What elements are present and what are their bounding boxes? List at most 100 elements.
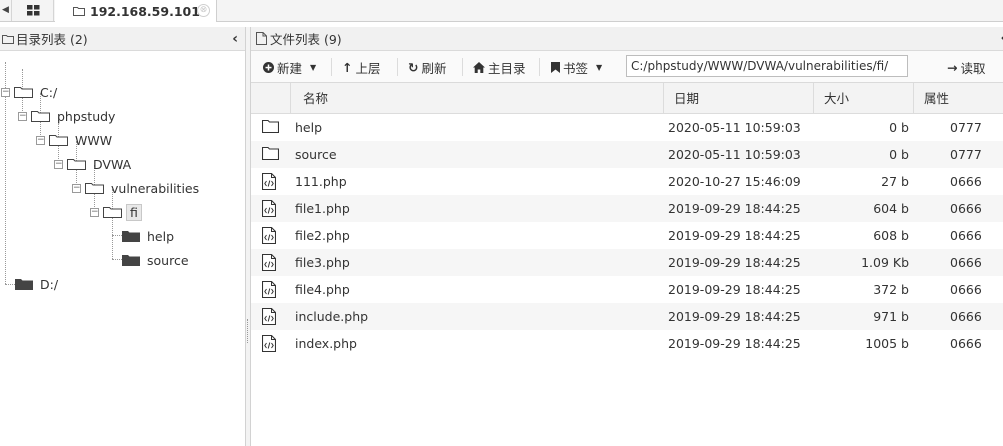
file-size: 372 b (873, 282, 909, 297)
tree-node-fi[interactable]: − fi (90, 202, 142, 222)
tree-node-label: D:/ (40, 276, 59, 292)
up-button-label: 上层 (355, 60, 381, 76)
file-date: 2019-09-29 18:44:25 (668, 228, 801, 243)
file-name: source (295, 147, 337, 162)
table-row[interactable]: help 2020-05-11 10:59:03 0 b 0777 (251, 114, 1003, 141)
collapse-toggle-icon[interactable]: − (1, 87, 10, 97)
folder-open-icon (67, 159, 86, 170)
tree-node-label: vulnerabilities (111, 180, 200, 196)
folder-open-icon (85, 183, 104, 194)
directory-tree: − C:/ − phpstudy − WWW − DVWA − vulnerab… (0, 51, 245, 445)
file-permission: 0666 (950, 309, 982, 324)
tree-node-label: source (147, 252, 189, 268)
column-header-name[interactable]: 名称 (290, 83, 664, 114)
file-name: file3.php (295, 255, 350, 270)
file-name: index.php (295, 336, 357, 351)
refresh-button-label: 刷新 (421, 60, 447, 76)
collapse-toggle-icon[interactable]: − (90, 207, 99, 217)
file-panel: 文件列表 (9) ‹ 新建 ▼ ↑ 上层 ↻ 刷新 主目录 (251, 27, 1003, 446)
table-row[interactable]: index.php 2019-09-29 18:44:25 1005 b 0666 (251, 330, 1003, 357)
file-outline-icon (256, 32, 267, 45)
file-permission: 0666 (950, 255, 982, 270)
path-input[interactable] (626, 55, 908, 77)
file-size: 27 b (881, 174, 909, 189)
column-header-date[interactable]: 日期 (663, 83, 814, 114)
collapse-left-icon[interactable]: ‹ (232, 31, 238, 47)
folder-filled-icon (122, 255, 140, 266)
file-size: 0 b (889, 147, 909, 162)
file-permission: 0666 (950, 282, 982, 297)
scroll-left-arrow[interactable]: ◀ (0, 0, 12, 21)
folder-filled-icon (15, 279, 33, 290)
collapse-toggle-icon[interactable]: − (54, 159, 63, 169)
tree-node-label: phpstudy (57, 108, 116, 124)
code-file-icon (262, 227, 276, 244)
home-button[interactable]: 主目录 (473, 57, 526, 77)
tab-bar: ◀ 192.168.59.101 ⊗ (0, 0, 1003, 22)
toolbar-separator (397, 58, 398, 76)
chevron-down-icon: ▼ (310, 62, 317, 72)
collapse-toggle-icon[interactable]: − (72, 183, 81, 193)
collapse-toggle-icon[interactable]: − (18, 111, 27, 121)
table-row[interactable]: file1.php 2019-09-29 18:44:25 604 b 0666 (251, 195, 1003, 222)
bookmark-button[interactable]: 书签 ▼ (551, 57, 602, 77)
tree-node-dvwa[interactable]: − DVWA (54, 154, 131, 174)
file-permission: 0666 (950, 201, 982, 216)
folder-open-icon (14, 87, 33, 98)
directory-panel-header: 目录列表 (2) ‹ (0, 27, 245, 51)
plus-circle-icon (263, 61, 274, 73)
file-date: 2019-09-29 18:44:25 (668, 336, 801, 351)
file-name: file4.php (295, 282, 350, 297)
table-row[interactable]: include.php 2019-09-29 18:44:25 971 b 0666 (251, 303, 1003, 330)
folder-icon (262, 146, 279, 163)
table-row[interactable]: file4.php 2019-09-29 18:44:25 372 b 0666 (251, 276, 1003, 303)
refresh-icon: ↻ (408, 59, 419, 75)
new-button[interactable]: 新建 ▼ (263, 57, 316, 77)
home-icon (473, 61, 485, 73)
code-file-icon (262, 173, 276, 190)
tree-connector (112, 235, 122, 236)
file-date: 2019-09-29 18:44:25 (668, 255, 801, 270)
file-permission: 0666 (950, 228, 982, 243)
bookmark-icon (551, 61, 560, 73)
new-button-label: 新建 (277, 60, 303, 76)
file-size: 0 b (889, 120, 909, 135)
file-date: 2020-05-11 10:59:03 (668, 120, 801, 135)
file-size: 604 b (873, 201, 909, 216)
folder-open-icon (31, 111, 50, 122)
collapse-toggle-icon[interactable]: − (36, 135, 45, 145)
file-size: 971 b (873, 309, 909, 324)
tree-node-www[interactable]: − WWW (36, 130, 112, 150)
tree-node-label: DVWA (93, 156, 132, 172)
table-row[interactable]: source 2020-05-11 10:59:03 0 b 0777 (251, 141, 1003, 168)
file-permission: 0666 (950, 174, 982, 189)
tree-node-c[interactable]: − C:/ (1, 82, 57, 102)
tree-node-vulnerabilities[interactable]: − vulnerabilities (72, 178, 199, 198)
file-name: file1.php (295, 201, 350, 216)
table-row[interactable]: file2.php 2019-09-29 18:44:25 608 b 0666 (251, 222, 1003, 249)
up-button[interactable]: ↑ 上层 (342, 57, 381, 77)
tree-node-d[interactable]: D:/ (15, 274, 58, 294)
read-button-label: 读取 (960, 60, 986, 76)
tree-node-source[interactable]: source (122, 250, 189, 270)
code-file-icon (262, 308, 276, 325)
file-date: 2020-05-11 10:59:03 (668, 147, 801, 162)
tree-node-phpstudy[interactable]: − phpstudy (18, 106, 115, 126)
chevron-down-icon: ▼ (596, 62, 603, 72)
file-panel-title: 文件列表 (9) (270, 32, 342, 47)
tab-host[interactable]: 192.168.59.101 ⊗ (55, 0, 217, 22)
read-button[interactable]: → 读取 (947, 57, 986, 77)
tab-grid-button[interactable] (13, 0, 54, 21)
tree-node-label: WWW (75, 132, 113, 148)
table-row[interactable]: file3.php 2019-09-29 18:44:25 1.09 Kb 0666 (251, 249, 1003, 276)
column-header-size[interactable]: 大小 (813, 83, 914, 114)
splitter-grip[interactable] (247, 319, 249, 343)
tree-connector (5, 284, 15, 285)
column-header-perm[interactable]: 属性 (913, 83, 1003, 114)
tab-close-icon[interactable]: ⊗ (197, 4, 210, 17)
toolbar-separator (539, 58, 540, 76)
tree-node-help[interactable]: help (122, 226, 174, 246)
table-row[interactable]: 111.php 2020-10-27 15:46:09 27 b 0666 (251, 168, 1003, 195)
refresh-button[interactable]: ↻ 刷新 (408, 57, 447, 77)
grid-icon (26, 5, 39, 16)
